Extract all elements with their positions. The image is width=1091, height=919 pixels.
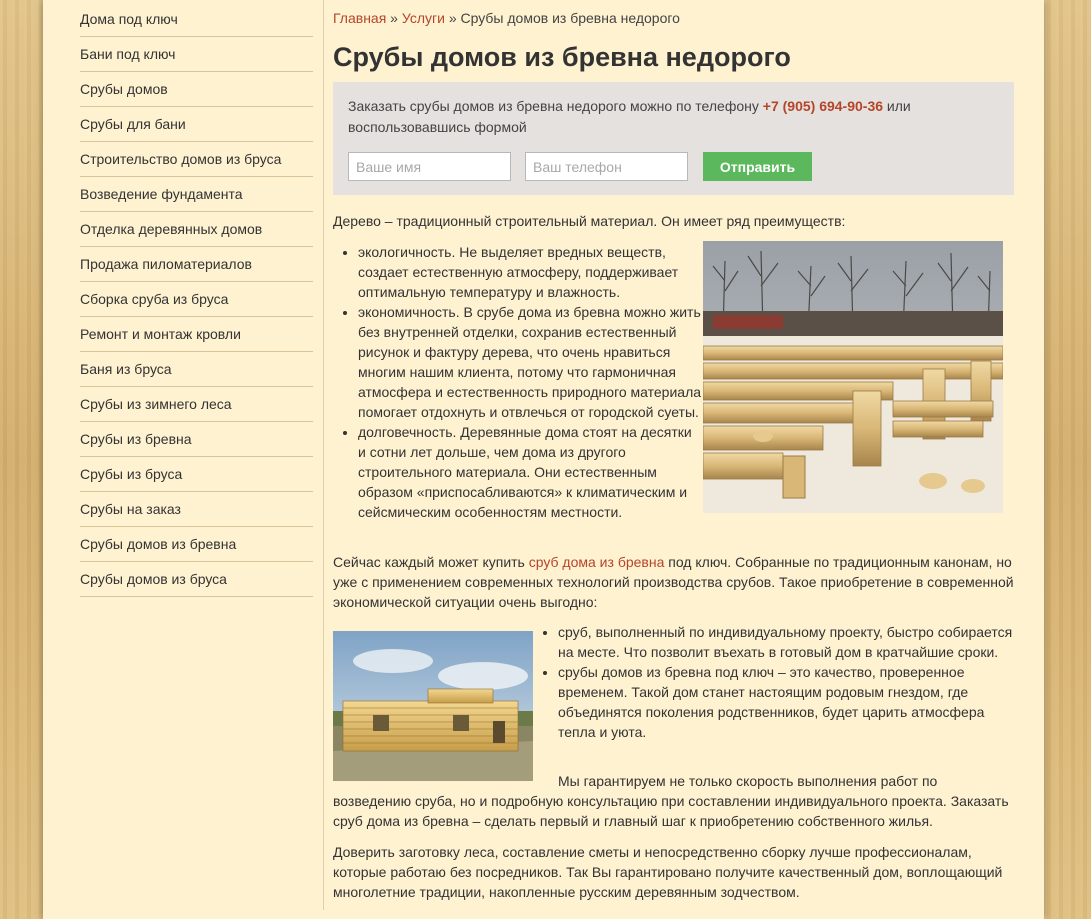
sidebar-item-lumber-sale[interactable]: Продажа пиломатериалов [80, 247, 313, 282]
list-item: долговечность. Деревянные дома стоят на … [358, 422, 703, 522]
log-house-link[interactable]: сруб дома из бревна [529, 554, 665, 570]
list-item: срубы домов из бревна под ключ – это кач… [558, 662, 1014, 742]
paragraph: Мы гарантируем не только скорость выполн… [333, 773, 1009, 829]
sidebar-item-timber-construction[interactable]: Строительство домов из бруса [80, 142, 313, 177]
sidebar-item-log-houses[interactable]: Срубы домов [80, 72, 313, 107]
intro-paragraph: Дерево – традиционный строительный матер… [333, 213, 846, 229]
order-text-before: Заказать срубы домов из бревна недорого … [348, 98, 763, 114]
order-form-text: Заказать срубы домов из бревна недорого … [348, 96, 999, 138]
paragraph: Сейчас каждый может купить сруб дома из … [333, 552, 1014, 612]
breadcrumb-current: Срубы домов из бревна недорого [460, 10, 680, 26]
breadcrumb: Главная » Услуги » Срубы домов из бревна… [333, 8, 680, 28]
page-title: Срубы домов из бревна недорого [333, 42, 791, 72]
sidebar-item-log-houses-logs[interactable]: Срубы домов из бревна [80, 527, 313, 562]
page-container: Дома под ключ Бани под ключ Срубы домов … [43, 0, 1044, 919]
sidebar-menu: Дома под ключ Бани под ключ Срубы домов … [80, 2, 313, 597]
sidebar-item-houses-turnkey[interactable]: Дома под ключ [80, 2, 313, 37]
submit-button[interactable]: Отправить [703, 152, 812, 181]
phone-input[interactable] [525, 152, 688, 181]
breadcrumb-services-link[interactable]: Услуги [402, 10, 445, 26]
sidebar-item-roofing[interactable]: Ремонт и монтаж кровли [80, 317, 313, 352]
paragraph: Доверить заготовку леса, составление сме… [333, 844, 1003, 900]
column-divider [323, 0, 324, 910]
breadcrumb-home-link[interactable]: Главная [333, 10, 386, 26]
sidebar-item-log-houses-timber[interactable]: Срубы домов из бруса [80, 562, 313, 597]
sidebar-item-from-logs[interactable]: Срубы из бревна [80, 422, 313, 457]
breadcrumb-separator: » [386, 10, 402, 26]
sidebar-item-finishing[interactable]: Отделка деревянных домов [80, 212, 313, 247]
sidebar-item-baths-turnkey[interactable]: Бани под ключ [80, 37, 313, 72]
sidebar-item-custom[interactable]: Срубы на заказ [80, 492, 313, 527]
advantages-list: сруб, выполненный по индивидуальному про… [533, 622, 1014, 742]
sidebar-item-winter-wood[interactable]: Срубы из зимнего леса [80, 387, 313, 422]
sidebar-item-timber-assembly[interactable]: Сборка сруба из бруса [80, 282, 313, 317]
name-input[interactable] [348, 152, 511, 181]
order-phone: +7 (905) 694-90-36 [762, 98, 884, 114]
list-item: экономичность. В срубе дома из бревна мо… [358, 302, 703, 422]
list-item: сруб, выполненный по индивидуальному про… [558, 622, 1014, 662]
sidebar-item-foundation[interactable]: Возведение фундамента [80, 177, 313, 212]
para2-before: Сейчас каждый может купить [333, 554, 529, 570]
list-item: экологичность. Не выделяет вредных вещес… [358, 242, 703, 302]
log-house-construction-photo [703, 241, 1003, 513]
breadcrumb-separator: » [444, 10, 461, 26]
order-form: Заказать срубы домов из бревна недорого … [333, 82, 1014, 195]
sidebar-item-timber-bath[interactable]: Баня из бруса [80, 352, 313, 387]
sidebar-item-log-baths[interactable]: Срубы для бани [80, 107, 313, 142]
sidebar-item-from-timber[interactable]: Срубы из бруса [80, 457, 313, 492]
benefits-list: экологичность. Не выделяет вредных вещес… [333, 242, 703, 522]
log-house-exterior-photo [333, 631, 533, 781]
